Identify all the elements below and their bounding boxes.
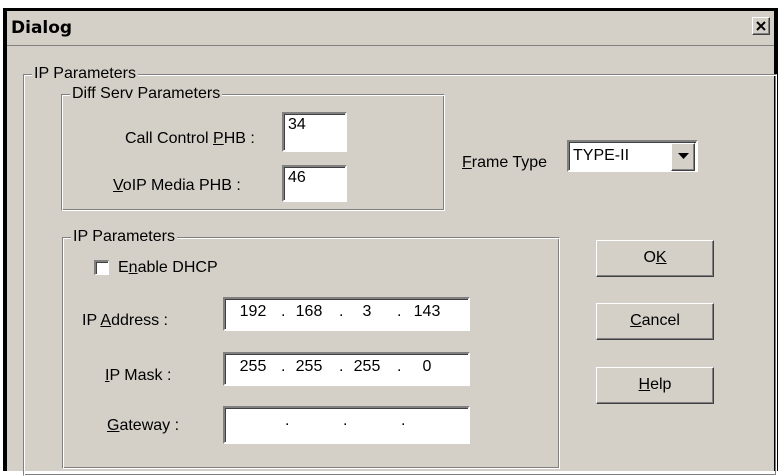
ip-mask-octet-4[interactable]: 0 xyxy=(407,357,447,377)
ip-dot: . xyxy=(343,412,348,429)
ip-dot: . xyxy=(339,303,344,320)
ip-mask-octet-1[interactable]: 255 xyxy=(233,357,273,377)
dialog-window: Dialog IP Parameters Diff Serv Parameter… xyxy=(3,8,778,476)
ip-parameters-inner-label: IP Parameters xyxy=(71,228,177,246)
call-control-phb-input[interactable] xyxy=(288,116,341,134)
ip-address-field[interactable]: 192 . 168 . 3 . 143 xyxy=(223,297,470,331)
ip-mask-octet-3[interactable]: 255 xyxy=(347,357,387,377)
close-icon xyxy=(756,21,766,31)
ip-address-octet-3[interactable]: 3 xyxy=(347,302,387,322)
frame-type-dropdown-button[interactable] xyxy=(671,143,695,171)
ip-address-octet-1[interactable]: 192 xyxy=(233,302,273,322)
ip-mask-field[interactable]: 255 . 255 . 255 . 0 xyxy=(223,352,470,386)
title-bar[interactable]: Dialog xyxy=(7,11,774,46)
window-title: Dialog xyxy=(11,18,73,38)
frame-type-label: Frame Type xyxy=(462,154,548,171)
ip-dot: . xyxy=(285,412,290,429)
ip-address-octet-4[interactable]: 143 xyxy=(407,302,447,322)
ip-dot: . xyxy=(397,303,402,320)
call-control-phb-label: Call Control PHB : xyxy=(125,130,255,147)
ip-dot: . xyxy=(401,412,406,429)
call-control-phb-field[interactable] xyxy=(282,112,347,152)
gateway-label: Gateway : xyxy=(107,417,180,434)
chevron-down-icon xyxy=(678,153,689,159)
ip-dot: . xyxy=(397,358,402,375)
close-button[interactable] xyxy=(752,17,770,35)
frame-type-select[interactable]: TYPE-II xyxy=(567,140,698,172)
ip-address-label: IP Address : xyxy=(82,312,168,329)
voip-media-phb-input[interactable] xyxy=(288,169,341,187)
ip-dot: . xyxy=(281,358,286,375)
ip-dot: . xyxy=(339,358,344,375)
frame-type-value: TYPE-II xyxy=(573,147,630,164)
help-button[interactable]: Help xyxy=(596,367,714,404)
gateway-field[interactable]: . . . xyxy=(223,406,470,444)
ok-button[interactable]: OK xyxy=(596,240,714,277)
cancel-button[interactable]: Cancel xyxy=(596,303,714,340)
ip-dot: . xyxy=(281,303,286,320)
enable-dhcp-label[interactable]: Enable DHCP xyxy=(118,258,218,278)
enable-dhcp-checkbox[interactable] xyxy=(94,260,109,275)
diffserv-label: Diff Serv Parameters xyxy=(70,85,223,103)
ip-parameters-outer-label: IP Parameters xyxy=(32,65,138,83)
ip-mask-octet-2[interactable]: 255 xyxy=(289,357,329,377)
voip-media-phb-field[interactable] xyxy=(282,165,347,202)
voip-media-phb-label: VoIP Media PHB : xyxy=(113,177,241,194)
ip-address-octet-2[interactable]: 168 xyxy=(289,302,329,322)
ip-mask-label: IP Mask : xyxy=(105,367,172,384)
